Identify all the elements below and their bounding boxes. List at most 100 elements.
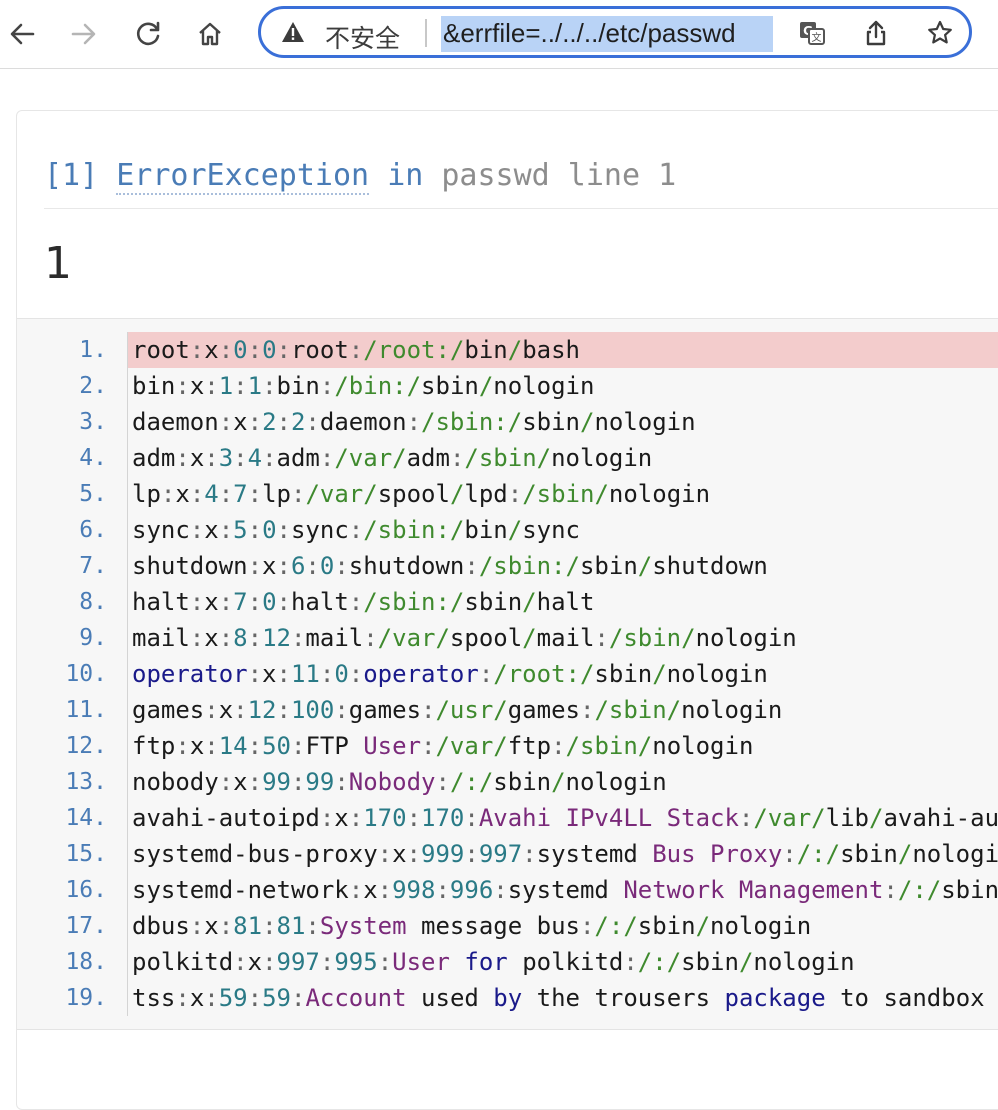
code-token: sync: [522, 516, 580, 544]
translate-icon[interactable]: G文: [797, 18, 827, 48]
code-token: /sbin/: [565, 732, 653, 760]
code-text: nobody:x:99:99:Nobody:/:/sbin/nologin: [127, 764, 998, 800]
bookmark-star-icon[interactable]: [925, 18, 955, 48]
code-token: :: [233, 696, 248, 724]
exception-class-link[interactable]: ErrorException: [116, 158, 370, 195]
code-line: 17. dbus:x:81:81:System message bus:/:/sb…: [17, 908, 998, 944]
line-number: 7.: [79, 553, 107, 579]
code-token: :: [319, 948, 335, 976]
reload-button[interactable]: [128, 14, 168, 54]
code-token: /: [637, 552, 653, 580]
warning-icon[interactable]: [281, 21, 305, 48]
code-token: :: [348, 516, 364, 544]
code-token: /:/: [897, 876, 942, 904]
code-token: 996: [449, 876, 494, 904]
code-token: sbin: [637, 912, 696, 940]
code-token: bin: [464, 336, 508, 364]
code-token: :: [160, 480, 176, 508]
code-token: 6: [290, 552, 306, 580]
code-token: sbin: [681, 948, 739, 976]
code-token: /sbin/: [522, 480, 609, 508]
code-token: 5: [233, 516, 248, 544]
code-token: :: [175, 372, 190, 400]
code-token: :: [218, 768, 234, 796]
code-token: 12: [262, 624, 291, 652]
code-text: daemon:x:2:2:daemon:/sbin:/sbin/nologin: [127, 404, 998, 440]
code-token: 4: [204, 480, 219, 508]
line-number: 10.: [65, 661, 107, 687]
code-text: adm:x:3:4:adm:/var/adm:/sbin/nologin: [127, 440, 998, 476]
code-token: :: [782, 840, 797, 868]
code-token: 99: [305, 768, 335, 796]
forward-button[interactable]: [64, 14, 104, 54]
code-token: :: [377, 876, 393, 904]
code-token: x: [189, 984, 205, 1012]
code-token: nologin: [594, 408, 696, 436]
address-bar[interactable]: 不安全 &errfile=../../../etc/passwd G文: [258, 6, 972, 58]
code-line: 15. systemd-bus-proxy:x:999:997:systemd B…: [17, 836, 998, 872]
code-token: :: [290, 624, 306, 652]
code-token: :: [305, 408, 320, 436]
code-token: /: [449, 480, 465, 508]
code-text: avahi-autoipd:x:170:170:Avahi IPv4LL Sta…: [127, 800, 998, 836]
exception-in-word: in: [387, 158, 424, 193]
code-token: Network Management: [623, 876, 884, 904]
code-token: :: [348, 588, 364, 616]
back-button[interactable]: [2, 14, 42, 54]
code-token: halt: [132, 588, 190, 616]
code-token: :: [189, 588, 205, 616]
code-token: polkitd: [507, 948, 624, 976]
line-number: 8.: [79, 589, 107, 615]
code-token: mail: [536, 624, 595, 652]
code-token: x: [233, 768, 248, 796]
code-token: Avahi IPv4LL Stack: [478, 804, 739, 832]
code-token: 8: [233, 624, 248, 652]
code-text: systemd-bus-proxy:x:999:997:systemd Bus …: [127, 836, 998, 872]
code-token: :: [348, 336, 364, 364]
code-token: shutdown: [652, 552, 768, 580]
url-text[interactable]: &errfile=../../../etc/passwd: [441, 16, 773, 52]
code-token: :: [348, 876, 364, 904]
code-token: adm: [406, 444, 450, 472]
code-token: :: [247, 588, 263, 616]
code-token: used: [406, 984, 494, 1012]
code-text: root:x:0:0:root:/root:/bin/bash: [127, 332, 998, 368]
code-token: 1: [218, 372, 234, 400]
code-token: 0: [262, 588, 277, 616]
line-number: 2.: [79, 373, 107, 399]
share-icon[interactable]: [861, 18, 891, 48]
code-token: :: [247, 336, 263, 364]
code-token: adm: [276, 444, 320, 472]
code-token: root: [290, 336, 349, 364]
code-token: /sbin:/: [478, 552, 580, 580]
not-secure-label[interactable]: 不安全: [325, 19, 400, 55]
code-token: Nobody: [348, 768, 436, 796]
code-token: 7: [233, 588, 248, 616]
code-token: halt: [290, 588, 349, 616]
code-token: :: [334, 768, 349, 796]
code-token: /: [551, 768, 566, 796]
exception-title: [1] ErrorException in passwd line 1: [44, 158, 676, 195]
code-line: 8. halt:x:7:0:halt:/sbin:/sbin/halt: [17, 584, 998, 620]
code-token: :: [319, 444, 335, 472]
code-token: 0: [233, 336, 248, 364]
code-token: the trousers: [522, 984, 725, 1012]
code-line: 11. games:x:12:100:games:/usr/games:/sbin…: [17, 692, 998, 728]
code-text: tss:x:59:59:Account used by the trousers…: [127, 980, 998, 1016]
code-token: nologin: [652, 732, 754, 760]
code-token: :: [883, 876, 898, 904]
code-line: 4. adm:x:3:4:adm:/var/adm:/sbin/nologin: [17, 440, 998, 476]
code-token: /var/: [305, 480, 378, 508]
code-token: :: [247, 408, 263, 436]
code-token: bin: [464, 516, 508, 544]
code-line: 10. operator:x:11:0:operator:/root:/sbin/…: [17, 656, 998, 692]
code-token: :: [464, 804, 479, 832]
code-text: mail:x:8:12:mail:/var/spool/mail:/sbin/n…: [127, 620, 998, 656]
line-number: 12.: [65, 733, 107, 759]
code-token: sbin: [579, 552, 638, 580]
code-token: nologin: [753, 948, 855, 976]
code-token: /: [652, 660, 667, 688]
home-button[interactable]: [190, 14, 230, 54]
code-token: /var/: [435, 732, 508, 760]
code-token: :: [218, 624, 234, 652]
